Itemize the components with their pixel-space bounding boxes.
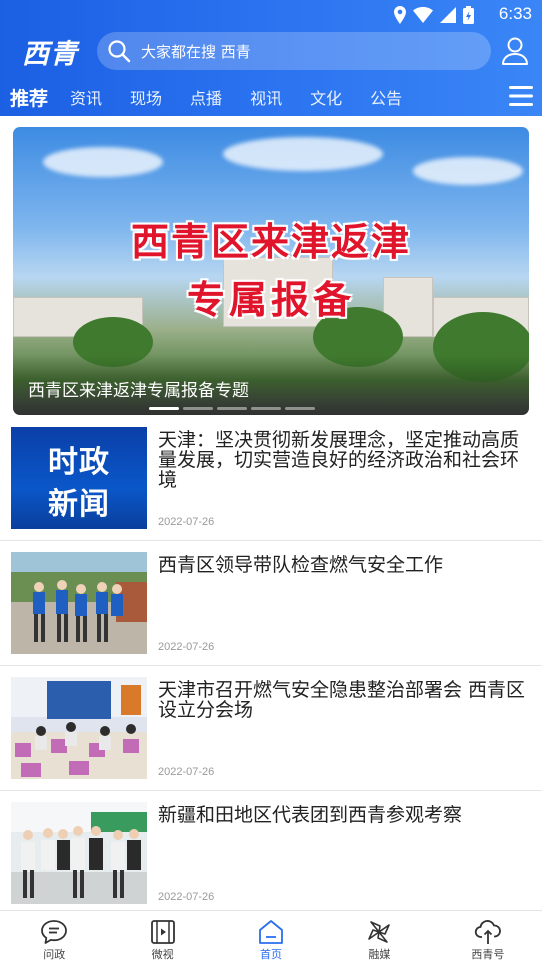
nav-label: 问政 [43,948,66,961]
photo-delegation [11,802,147,904]
news-thumbnail: 时政 新闻 [11,427,147,529]
news-title: 新疆和田地区代表团到西青参观考察 [158,804,463,826]
menu-icon[interactable] [508,84,534,108]
search-placeholder: 大家都在搜 西青 [141,42,251,61]
banner-headline-line1: 西青区来津返津 [130,220,411,264]
photo-inspection [11,552,147,654]
news-item[interactable]: 新疆和田地区代表团到西青参观考察 2022-07-26 [0,791,542,916]
carousel-dot[interactable] [217,407,247,410]
search-icon [108,40,131,63]
news-date: 2022-07-26 [158,891,215,903]
nav-label: 微视 [151,948,174,961]
app-header: 6:33 西青 大家都在搜 西青 推荐 资讯 现场 点播 视讯 文化 公告 [0,0,542,116]
news-item[interactable]: 天津市召开燃气安全隐患整治部署会 西青区设立分会场 2022-07-26 [0,666,542,791]
category-tabs: 推荐 资讯 现场 点播 视讯 文化 公告 [0,80,542,114]
user-icon[interactable] [500,36,530,66]
news-title: 天津：坚决贯彻新发展理念，坚定推动高质量发展，切实营造良好的经济政治和社会环境 [158,429,520,491]
banner-caption: 西青区来津返津专属报备专题 [28,381,249,401]
tab-notice[interactable]: 公告 [370,85,402,109]
nav-label: 西青号 [471,948,505,961]
tab-culture[interactable]: 文化 [310,85,342,109]
nav-item-rongmei[interactable]: 融媒 [325,911,433,964]
news-date: 2022-07-26 [158,516,215,528]
wifi-icon [413,7,433,23]
carousel-dot[interactable] [149,407,179,410]
banner-headline-line2: 专属报备 [186,278,355,322]
carousel-dot[interactable] [183,407,213,410]
news-date: 2022-07-26 [158,641,215,653]
battery-icon [463,6,474,24]
carousel-indicator [149,407,315,410]
tab-vod[interactable]: 点播 [190,85,222,109]
nav-item-wenzheng[interactable]: 问政 [0,911,108,964]
tab-recommend[interactable]: 推荐 [10,84,48,111]
home-icon [259,920,283,944]
status-bar: 6:33 [0,0,542,30]
nav-item-xiqinghao[interactable]: 西青号 [434,911,542,964]
location-icon [394,6,406,24]
bottom-navigation: 问政 微视 首页 融媒 西青号 [0,910,542,964]
chat-icon [41,920,68,944]
photo-meeting [11,677,147,779]
clock: 6:33 [498,4,532,23]
news-thumbnail [11,677,147,779]
news-title: 天津市召开燃气安全隐患整治部署会 西青区设立分会场 [158,679,526,721]
news-thumbnail [11,552,147,654]
banner-carousel[interactable]: 西青区来津返津 专属报备 西青区来津返津专属报备专题 [13,127,529,415]
cloud-upload-icon [474,920,501,944]
nav-label: 融媒 [368,948,391,961]
app-logo: 西青 [22,39,78,70]
news-date: 2022-07-26 [158,766,215,778]
tab-video[interactable]: 视讯 [250,85,282,109]
tab-news[interactable]: 资讯 [70,85,102,109]
banner-cloud [43,147,163,177]
video-icon [150,920,175,944]
news-thumbnail [11,802,147,904]
thumbnail-text: 新闻 [48,487,110,522]
news-item[interactable]: 时政 新闻 天津：坚决贯彻新发展理念，坚定推动高质量发展，切实营造良好的经济政治… [0,416,542,541]
nav-label: 首页 [260,948,283,961]
carousel-dot[interactable] [285,407,315,410]
news-title: 西青区领导带队检查燃气安全工作 [158,554,444,576]
nav-item-weishi[interactable]: 微视 [108,911,216,964]
nav-item-home[interactable]: 首页 [217,911,325,964]
thumbnail-text: 时政 [48,445,110,480]
search-bar[interactable]: 大家都在搜 西青 [97,32,491,70]
status-icons [394,6,474,24]
carousel-dot[interactable] [251,407,281,410]
signal-icon [440,7,456,23]
top-bar: 西青 大家都在搜 西青 [0,30,542,76]
pinwheel-icon [368,921,391,943]
banner-cloud [413,157,523,185]
banner-cloud [223,137,383,171]
tab-live[interactable]: 现场 [130,85,162,109]
news-item[interactable]: 西青区领导带队检查燃气安全工作 2022-07-26 [0,541,542,666]
